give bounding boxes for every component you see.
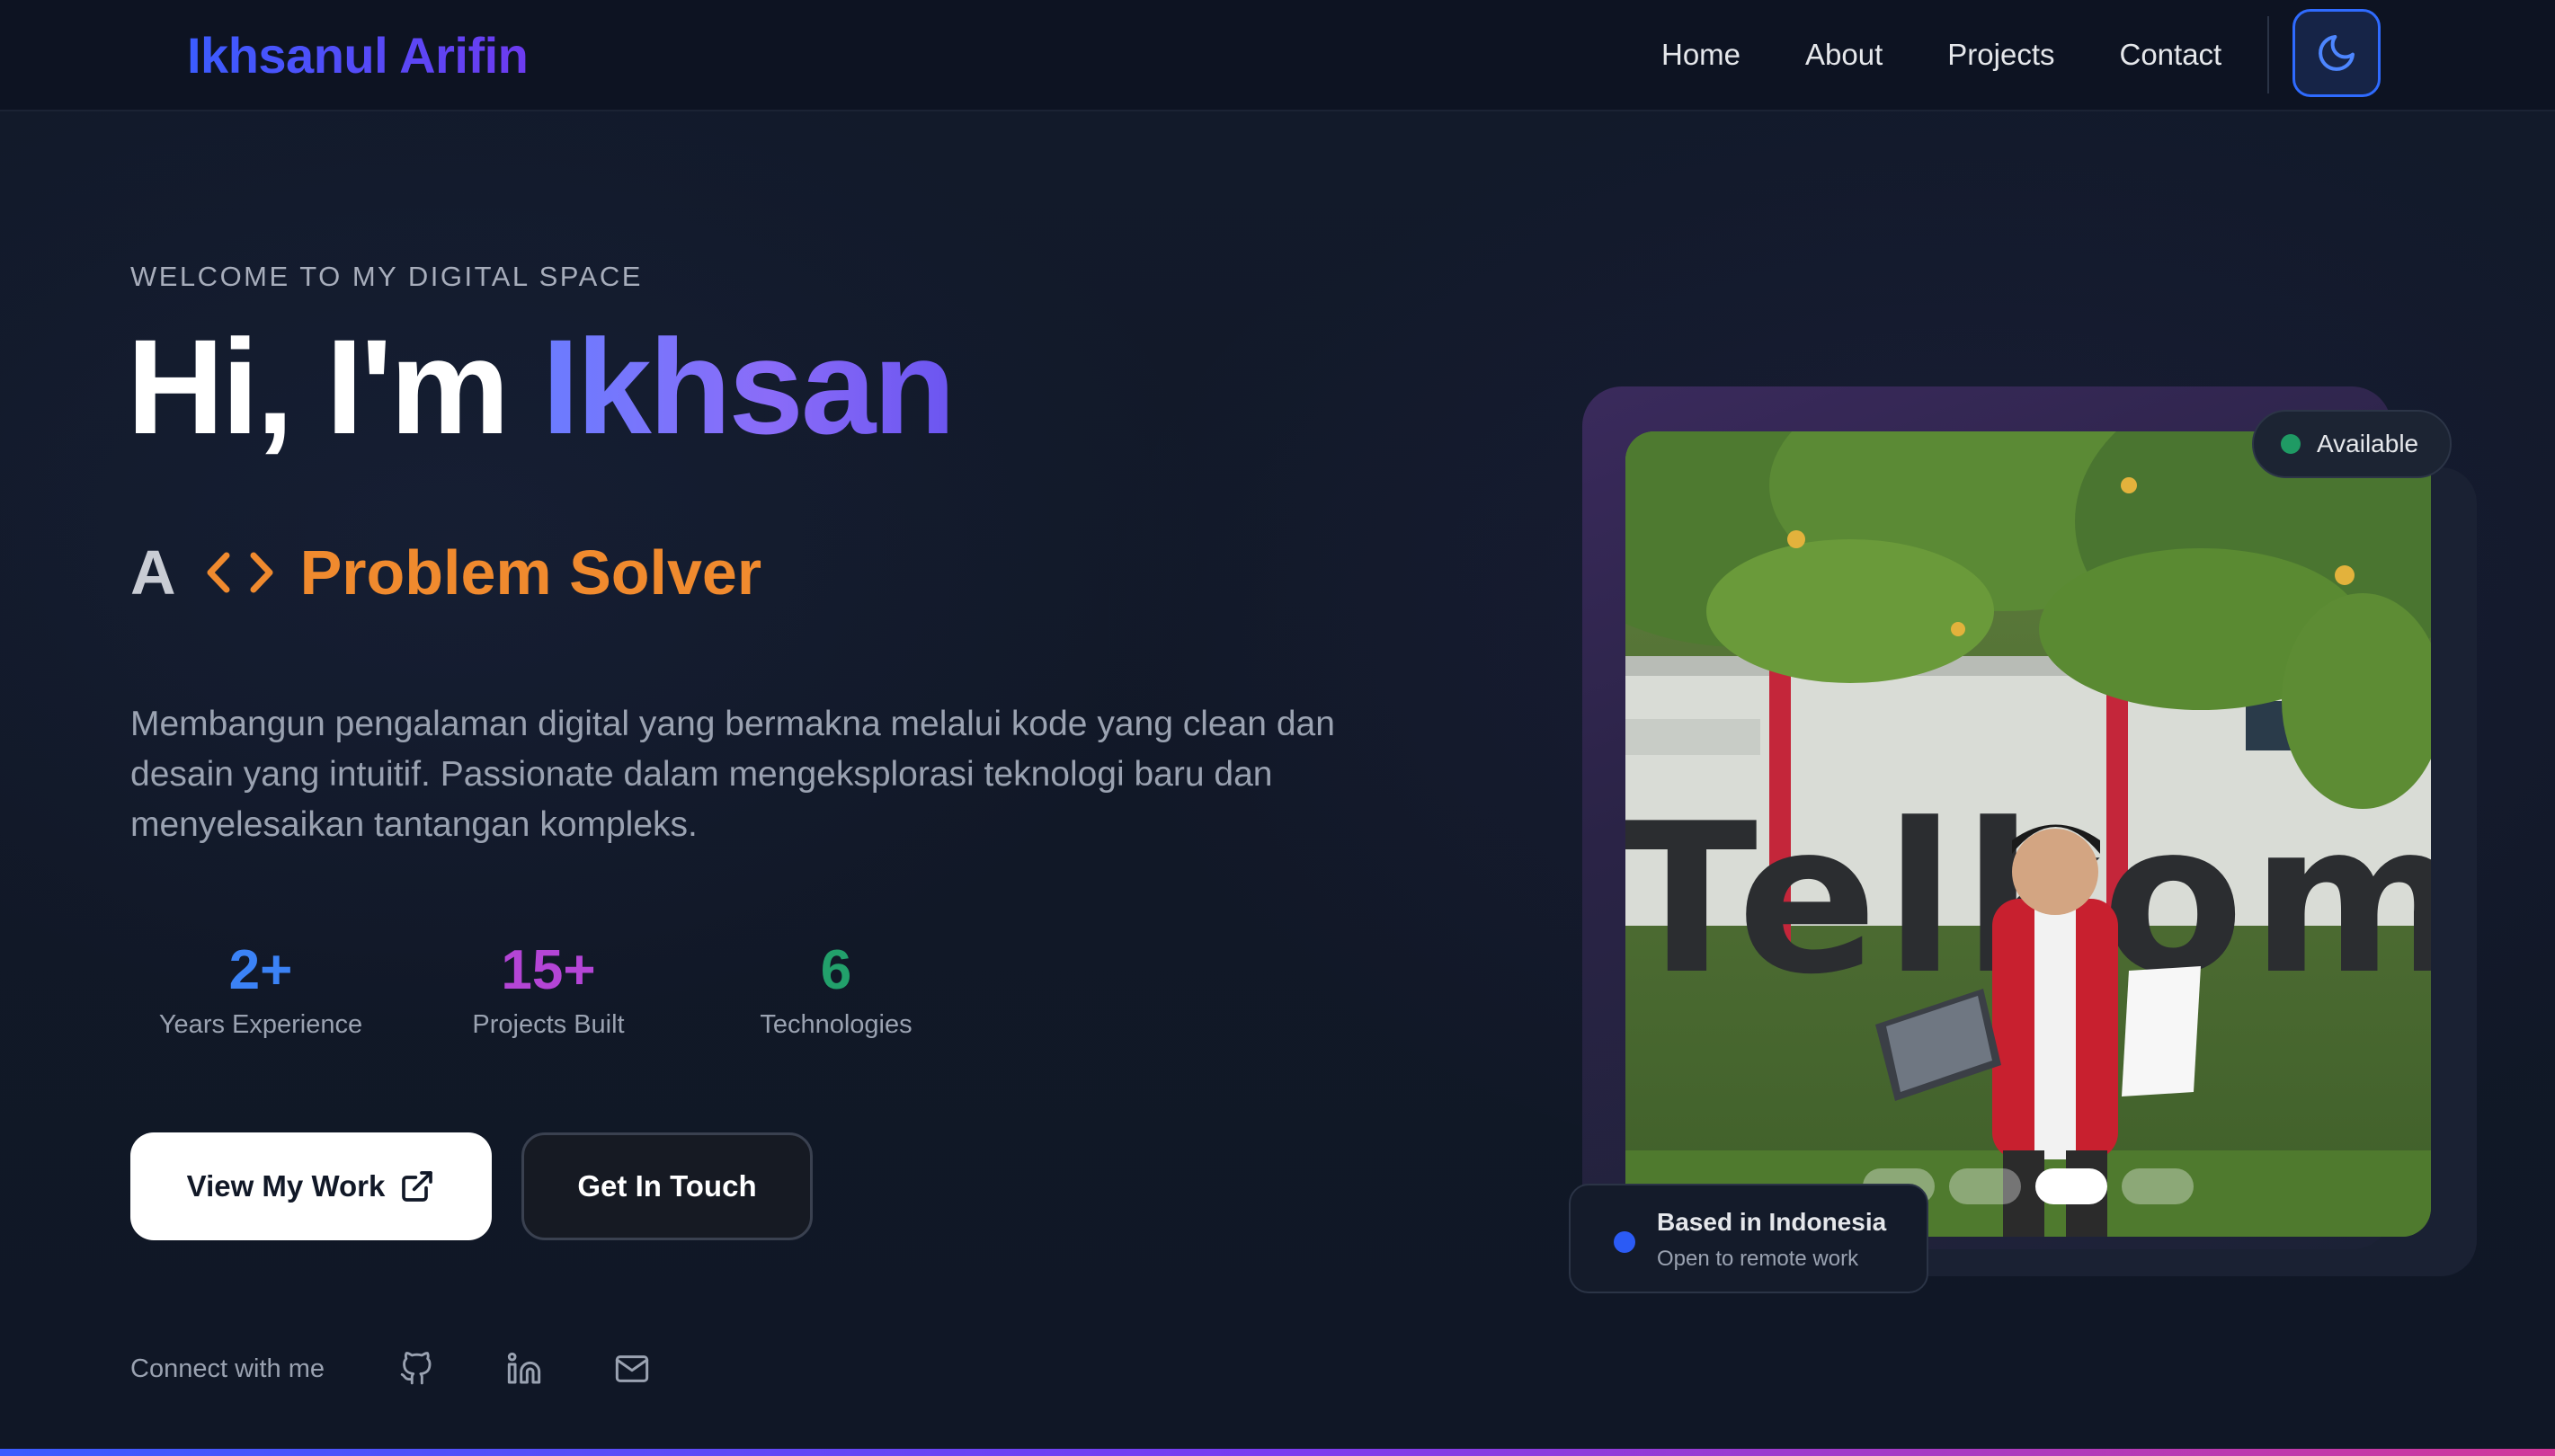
nav-link-projects[interactable]: Projects (1947, 34, 2054, 75)
status-dot (2281, 434, 2301, 454)
role-text: Problem Solver (299, 537, 762, 608)
profile-photo-illustration: Telkom University (1625, 431, 2431, 1237)
stat-label: Years Experience (158, 1010, 363, 1039)
profile-photo: Telkom University (1625, 431, 2431, 1237)
external-link-icon (402, 1171, 433, 1202)
linkedin-icon (507, 1352, 541, 1384)
location-dot (1614, 1231, 1635, 1253)
carousel-dot-active[interactable] (2035, 1168, 2107, 1204)
mail-link[interactable] (607, 1344, 657, 1394)
hero-title: Hi, I'm Ikhsan (127, 315, 956, 458)
get-in-touch-button[interactable]: Get In Touch (521, 1132, 813, 1240)
carousel-dot[interactable] (2122, 1168, 2194, 1204)
hero-description: Membangun pengalaman digital yang bermak… (130, 705, 1335, 844)
hero-eyebrow: WELCOME TO MY DIGITAL SPACE (130, 261, 643, 292)
role-line: A Problem Solver (130, 532, 761, 613)
stat-value: 6 (820, 939, 852, 1001)
location-card: Based in Indonesia Open to remote work (1569, 1184, 1928, 1293)
hero-name: Ikhsan (541, 311, 956, 462)
status-badge: Available (2252, 410, 2452, 478)
nav-divider (2267, 16, 2269, 93)
linkedin-link[interactable] (499, 1344, 549, 1394)
get-in-touch-label: Get In Touch (577, 1169, 757, 1203)
nav-link-about[interactable]: About (1805, 34, 1883, 75)
github-link[interactable] (391, 1344, 441, 1394)
bottom-accent-bar (0, 1449, 2555, 1456)
stat-projects: 15+ Projects Built (418, 935, 679, 1040)
stat-value: 15+ (501, 939, 596, 1001)
code-icon (203, 545, 277, 600)
stat-technologies: 6 Technologies (706, 935, 966, 1040)
location-title: Based in Indonesia (1657, 1208, 1887, 1236)
nav-link-contact[interactable]: Contact (2120, 34, 2222, 75)
status-text: Available (2317, 430, 2419, 457)
location-subtitle: Open to remote work (1657, 1247, 1859, 1271)
stat-value: 2+ (228, 939, 293, 1001)
connect-label: Connect with me (130, 1354, 325, 1383)
view-my-work-button[interactable]: View My Work (130, 1132, 492, 1240)
theme-toggle-button[interactable] (2292, 9, 2381, 97)
top-navbar: Ikhsanul Arifin Home About Projects Cont… (0, 0, 2555, 111)
brand-logo-text[interactable]: Ikhsanul Arifin (187, 25, 529, 86)
stat-label: Projects Built (472, 1010, 625, 1039)
carousel-dot[interactable] (1949, 1168, 2021, 1204)
moon-icon (2319, 35, 2355, 71)
stat-experience: 2+ Years Experience (130, 935, 391, 1040)
github-icon (400, 1352, 432, 1385)
role-prefix: A (130, 537, 176, 608)
nav-link-home[interactable]: Home (1661, 34, 1740, 75)
view-my-work-label: View My Work (186, 1169, 386, 1203)
main-nav: Home About Projects Contact (1661, 34, 2221, 75)
stat-label: Technologies (760, 1010, 912, 1039)
hero-greeting: Hi, I'm (127, 311, 542, 462)
mail-icon (615, 1355, 649, 1382)
